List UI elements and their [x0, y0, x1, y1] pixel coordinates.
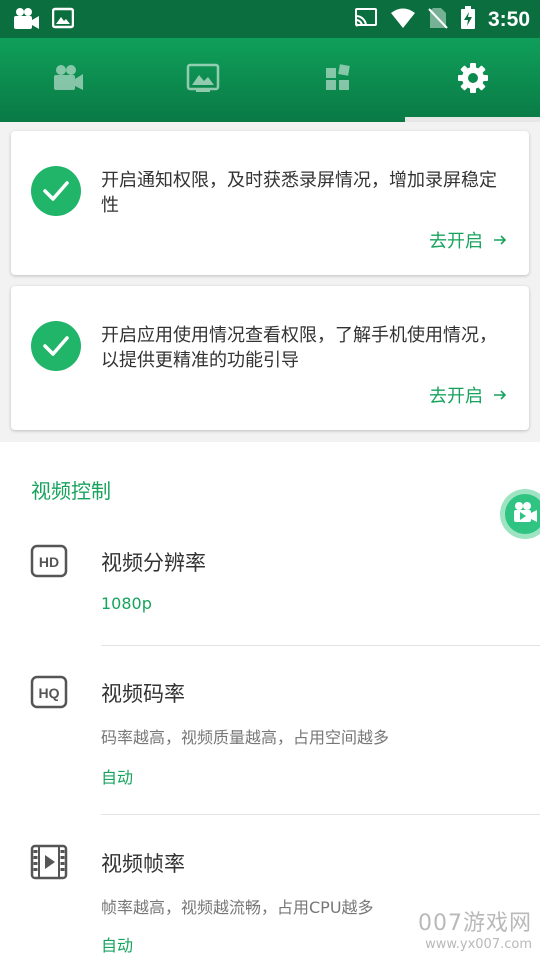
status-bar-left [12, 7, 75, 35]
setting-title: 视频码率 [101, 682, 185, 706]
divider [101, 645, 540, 646]
gallery-icon [186, 63, 220, 97]
setting-value: 1080p [101, 594, 152, 613]
setting-value: 自动 [101, 936, 134, 955]
permission-card-usage: 开启应用使用情况查看权限，了解手机使用情况，以提供更精准的功能引导 去开启 [11, 286, 529, 430]
setting-description: 帧率越高，视频越流畅，占用CPU越多 [101, 898, 374, 917]
status-time: 3:50 [487, 8, 530, 31]
setting-video-bitrate[interactable]: HQ 视频码率 码率越高，视频质量越高，占用空间越多 自动 [0, 660, 540, 815]
film-icon [30, 844, 68, 884]
svg-text:HQ: HQ [39, 685, 60, 701]
battery-charging-icon [460, 6, 476, 34]
divider [101, 814, 540, 815]
tab-gallery[interactable] [135, 38, 270, 122]
tab-settings[interactable] [405, 38, 540, 122]
wifi-icon [390, 7, 416, 33]
permission-message: 开启应用使用情况查看权限，了解手机使用情况，以提供更精准的功能引导 [101, 325, 497, 371]
watermark-title: 007游戏网 [418, 911, 532, 936]
arrow-right-icon [493, 230, 507, 251]
section-title-video-control: 视频控制 [31, 479, 111, 503]
image-icon [51, 7, 75, 35]
top-tab-bar [0, 38, 540, 122]
hd-icon: HD [30, 544, 68, 582]
permission-card-notification: 开启通知权限，及时获悉录屏情况，增加录屏稳定性 去开启 [11, 131, 529, 275]
permission-cards-area: 开启通知权限，及时获悉录屏情况，增加录屏稳定性 去开启 开启应用使用情况查看权限… [0, 122, 540, 442]
enable-notification-button[interactable]: 去开启 [429, 227, 507, 253]
status-bar-right: 3:50 [354, 6, 530, 34]
setting-video-resolution[interactable]: HD 视频分辨率 1080p [0, 530, 540, 645]
cast-icon [354, 7, 378, 33]
svg-text:HD: HD [39, 554, 59, 570]
tab-tools[interactable] [270, 38, 405, 122]
hq-icon: HQ [30, 675, 68, 713]
video-camera-icon [52, 64, 84, 96]
enable-label: 去开启 [429, 386, 483, 407]
setting-title: 视频帧率 [101, 852, 185, 876]
grid-tools-icon [324, 64, 352, 96]
watermark: 007游戏网 www.yx007.com [418, 905, 532, 952]
arrow-right-icon [493, 385, 507, 406]
permission-message: 开启通知权限，及时获悉录屏情况，增加录屏稳定性 [101, 170, 497, 216]
video-camera-icon [512, 501, 538, 527]
enable-usage-access-button[interactable]: 去开启 [429, 382, 507, 408]
gear-icon [457, 62, 489, 98]
tab-record[interactable] [0, 38, 135, 122]
check-circle-icon [31, 321, 81, 371]
no-sim-icon [428, 7, 448, 33]
setting-value: 自动 [101, 768, 134, 787]
check-circle-icon [31, 166, 81, 216]
status-bar: 3:50 [0, 0, 540, 38]
video-camera-icon [12, 7, 40, 35]
watermark-url: www.yx007.com [425, 937, 532, 952]
setting-title: 视频分辨率 [101, 551, 206, 575]
setting-description: 码率越高，视频质量越高，占用空间越多 [101, 728, 390, 747]
floating-record-inner [505, 494, 540, 534]
enable-label: 去开启 [429, 231, 483, 252]
